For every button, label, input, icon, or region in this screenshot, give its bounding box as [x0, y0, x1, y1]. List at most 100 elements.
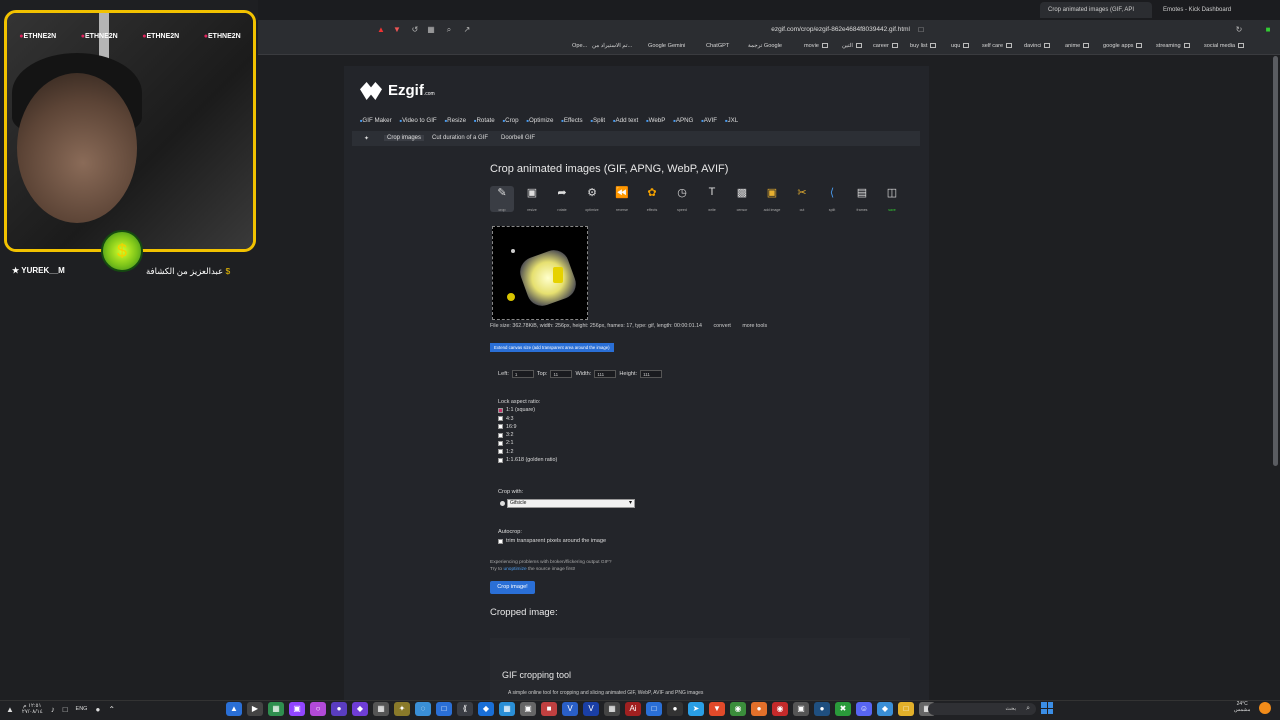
checkbox[interactable]: [498, 424, 503, 430]
checkbox[interactable]: [498, 449, 503, 455]
checkbox[interactable]: [498, 457, 503, 463]
nav-gif-maker[interactable]: GIF Maker: [360, 117, 391, 129]
app-icon[interactable]: ■: [541, 702, 557, 716]
reload-icon[interactable]: ↻: [1232, 23, 1246, 37]
subnav-doorbell-gif[interactable]: Doorbell GIF: [501, 135, 535, 141]
taskbar-search[interactable]: بحث: [928, 703, 1036, 715]
app-icon[interactable]: ◆: [478, 702, 494, 716]
app-icon[interactable]: ▦: [268, 702, 284, 716]
nav-optimize[interactable]: Optimize: [527, 117, 553, 129]
checkbox[interactable]: [498, 440, 503, 446]
steam-icon[interactable]: ●: [814, 702, 830, 716]
chevron-up-icon[interactable]: ⌃: [108, 705, 115, 714]
app-icon[interactable]: □: [646, 702, 662, 716]
app-icon[interactable]: ○: [310, 702, 326, 716]
crop-with-radio[interactable]: [500, 501, 505, 506]
share-icon[interactable]: ↺: [408, 23, 422, 37]
app-icon[interactable]: ▦: [373, 702, 389, 716]
app-icon[interactable]: ▣: [520, 702, 536, 716]
bookmark-folder[interactable]: career: [873, 43, 898, 49]
discord-icon[interactable]: ☺: [856, 702, 872, 716]
tab-ezgif[interactable]: Crop animated images (GIF, API: [1040, 2, 1152, 18]
bookmark-item[interactable]: Google Gemini: [648, 43, 685, 49]
checkbox-checked[interactable]: [498, 407, 503, 413]
search-icon[interactable]: ⌕: [442, 23, 456, 37]
mic-icon[interactable]: ●: [95, 705, 100, 714]
tool-resize[interactable]: ▣ resize: [520, 186, 544, 212]
tool-cut[interactable]: ✂ cut: [790, 186, 814, 212]
checkbox[interactable]: [498, 538, 503, 544]
chrome-icon[interactable]: ◉: [730, 702, 746, 716]
aspect-option[interactable]: 2:1: [498, 440, 557, 446]
crop-image-button[interactable]: Crop image!: [490, 581, 535, 594]
wifi-icon[interactable]: ▲: [6, 705, 14, 714]
telegram-icon[interactable]: ➤: [688, 702, 704, 716]
bookmark-folder[interactable]: movie: [804, 43, 828, 49]
tool-save[interactable]: ◫ save: [880, 186, 904, 212]
aspect-option[interactable]: 1:1 (square): [498, 407, 557, 413]
nav-apng[interactable]: APNG: [673, 117, 694, 129]
app-icon[interactable]: ▦: [604, 702, 620, 716]
tool-split[interactable]: ⟨ split: [820, 186, 844, 212]
translate-icon[interactable]: ↗: [460, 23, 474, 37]
app-icon[interactable]: ●: [331, 702, 347, 716]
app-icon[interactable]: ◆: [877, 702, 893, 716]
tool-add-image[interactable]: ▣ add image: [760, 186, 784, 212]
calculator-icon[interactable]: ▦: [499, 702, 515, 716]
aspect-option[interactable]: 1:1.618 (golden ratio): [498, 457, 557, 463]
app-icon[interactable]: ✦: [394, 702, 410, 716]
nav-webp[interactable]: WebP: [646, 117, 666, 129]
bookmark-folder[interactable]: streaming: [1156, 43, 1190, 49]
nav-resize[interactable]: Resize: [445, 117, 466, 129]
app-icon[interactable]: □: [436, 702, 452, 716]
brave-shield-icon[interactable]: ▲: [374, 23, 388, 37]
nav-add-text[interactable]: Add text: [613, 117, 639, 129]
unoptimize-link[interactable]: unoptimize: [503, 567, 526, 572]
top-input[interactable]: [550, 370, 573, 378]
bookmark-item[interactable]: Ope...: [572, 43, 587, 49]
height-input[interactable]: [640, 370, 663, 378]
gif-preview[interactable]: [492, 226, 588, 320]
bookmark-icon[interactable]: □: [914, 23, 928, 37]
left-input[interactable]: [511, 370, 534, 378]
tool-frames[interactable]: ▤ frames: [850, 186, 874, 212]
autocrop-option[interactable]: trim transparent pixels around the image: [498, 538, 606, 544]
bookmark-item[interactable]: ترجمة Google: [748, 43, 782, 49]
tool-reverse[interactable]: ⏪ reverse: [610, 186, 634, 212]
bookmark-folder[interactable]: davinci: [1024, 43, 1051, 49]
app-icon[interactable]: ◌: [415, 702, 431, 716]
bookmark-folder[interactable]: anime: [1065, 43, 1090, 49]
extend-canvas-button[interactable]: Extend canvas size (add transparent area…: [490, 343, 614, 352]
media-player-icon[interactable]: ▶: [247, 702, 263, 716]
tool-censor[interactable]: ▩ censor: [730, 186, 754, 212]
volume-icon[interactable]: ♪: [51, 705, 55, 714]
bookmark-folder[interactable]: social media: [1204, 43, 1245, 49]
bookmark-folder[interactable]: التين: [842, 43, 862, 49]
width-input[interactable]: [594, 370, 617, 378]
vscode-icon[interactable]: ⟪: [457, 702, 473, 716]
convert-menu[interactable]: convert: [714, 323, 731, 329]
app-icon[interactable]: ✖: [835, 702, 851, 716]
folder-icon[interactable]: □: [898, 702, 914, 716]
nav-split[interactable]: Split: [591, 117, 605, 129]
weather-widget[interactable]: 24°C مشمس: [1234, 701, 1250, 713]
nav-video-to-gif[interactable]: Video to GIF: [400, 117, 437, 129]
crop-with-select[interactable]: Gifsicle: [507, 499, 635, 508]
tool-rotate[interactable]: ➦ rotate: [550, 186, 574, 212]
ezgif-logo[interactable]: Ezgif.com: [360, 82, 435, 101]
bookmark-folder[interactable]: self care: [982, 43, 1013, 49]
nav-crop[interactable]: Crop: [503, 117, 518, 129]
app-icon[interactable]: ◉: [772, 702, 788, 716]
twitch-icon[interactable]: ▣: [289, 702, 305, 716]
reader-icon[interactable]: ▦: [424, 23, 438, 37]
aspect-option[interactable]: 4:3: [498, 416, 557, 422]
page-scrollbar[interactable]: [1273, 56, 1278, 466]
extension-icon[interactable]: ■: [1261, 23, 1275, 37]
tab-kick[interactable]: Emotes - Kick Dashboard: [1155, 2, 1265, 18]
subnav-cut-duration[interactable]: Cut duration of a GIF: [432, 135, 488, 141]
tool-speed[interactable]: ◷ speed: [670, 186, 694, 212]
firefox-icon[interactable]: ●: [751, 702, 767, 716]
app-icon[interactable]: ◆: [352, 702, 368, 716]
nav-jxl[interactable]: JXL: [725, 117, 739, 129]
tool-write[interactable]: Twrite: [700, 186, 724, 212]
